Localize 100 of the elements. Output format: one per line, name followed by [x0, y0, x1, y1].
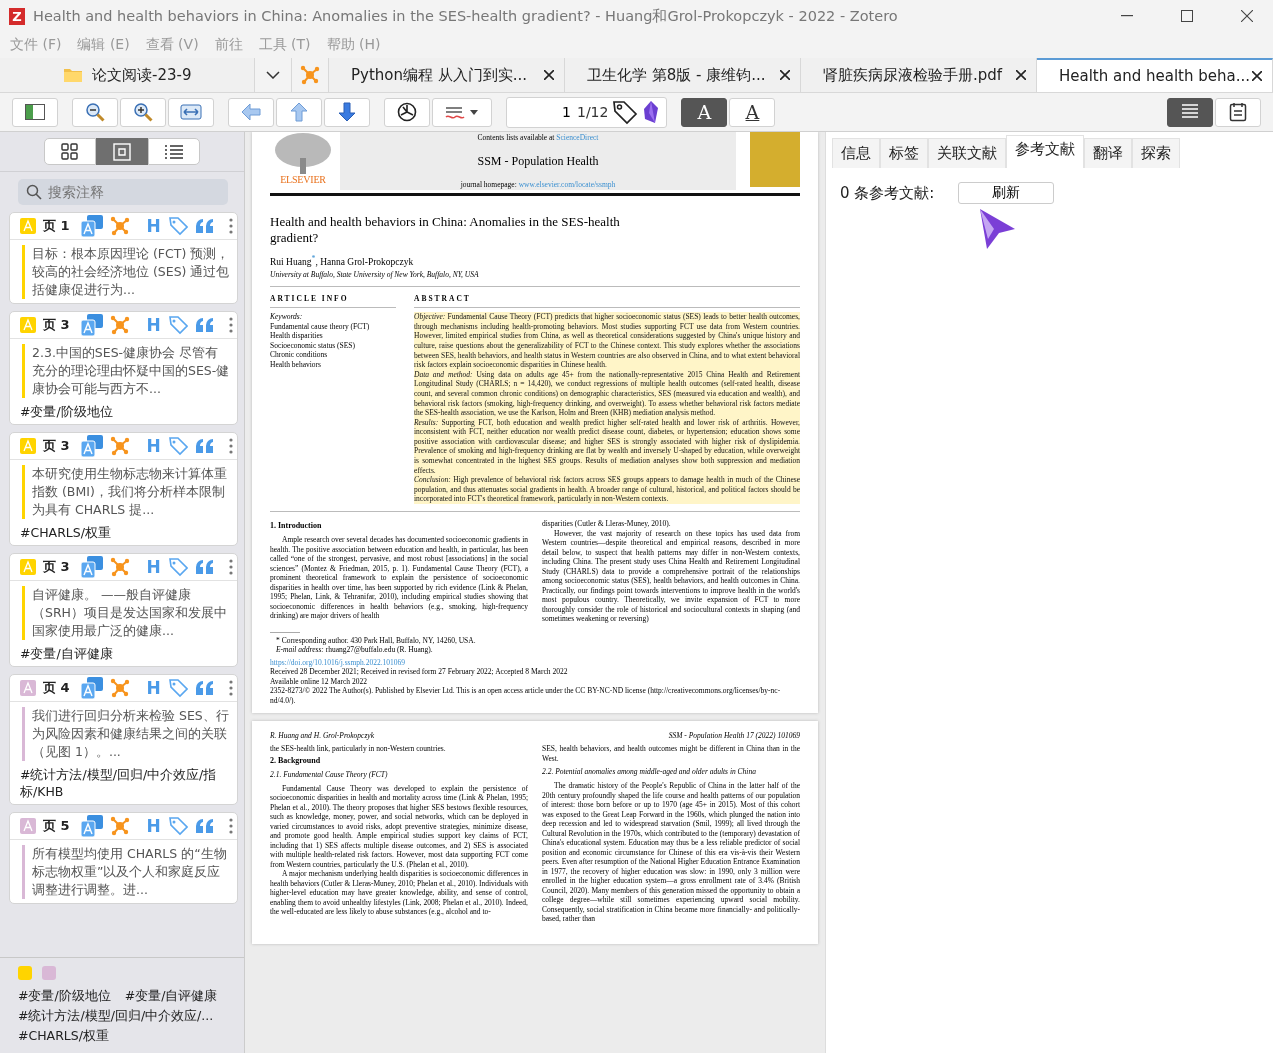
zoom-in-button[interactable]: [120, 97, 166, 127]
notepad-icon: [1229, 102, 1247, 122]
tag-icon[interactable]: [612, 99, 639, 125]
page-label: 页 3: [43, 316, 70, 334]
item-pane-tab[interactable]: 参考文献: [1006, 135, 1084, 168]
annotation-tag: #统计方法/模型/回归/中介效应/指标/KHB: [10, 765, 237, 804]
network-icon[interactable]: [109, 816, 130, 836]
quote-icon[interactable]: [194, 438, 215, 454]
item-pane-tab[interactable]: 信息: [832, 138, 880, 168]
zoom-in-icon: [133, 102, 153, 122]
more-icon[interactable]: [229, 218, 233, 234]
network-icon: [300, 65, 320, 85]
tag-filter[interactable]: #变量/自评健康: [124, 988, 218, 1004]
annotations-view-button[interactable]: [96, 138, 148, 165]
quote-icon[interactable]: [194, 559, 215, 575]
grid-icon: [61, 142, 79, 161]
article-title: Health and health behaviors in China: Anomalies in the SES-health gradient?: [270, 214, 621, 246]
network-icon[interactable]: [109, 315, 130, 335]
item-pane-toggle-button[interactable]: [1167, 97, 1213, 127]
annotation-card[interactable]: 页 3 H 本研究使用生物标志物来计算体重指数 (BMI)，我们将分析样本限制为具有 CHARLS 提... #CHARLS/权重: [9, 432, 238, 546]
page-label: 页 4: [43, 679, 70, 697]
zoom-out-button[interactable]: [72, 97, 118, 127]
network-icon[interactable]: [109, 557, 130, 577]
close-icon[interactable]: [780, 70, 790, 80]
quote-icon[interactable]: [194, 680, 215, 696]
annotation-card[interactable]: 页 3 H 2.3.中国的SES-健康协会 尽管有充分的理论理由怀疑中国的SES-健康协会可能与西方不... #变量/阶级地位: [9, 311, 238, 425]
arrow-up-icon: [290, 102, 308, 122]
close-icon[interactable]: [1241, 10, 1253, 22]
close-icon[interactable]: [1252, 71, 1262, 81]
journal-name: SSM - Population Health: [477, 153, 599, 169]
outline-view-button[interactable]: [148, 138, 200, 165]
annotation-card[interactable]: 页 5 H 所有模型均使用 CHARLS 的“生物标志物权重”以及个人和家庭反应调整进行调整。进...: [9, 812, 238, 904]
annotation-tag: #变量/自评健康: [10, 644, 237, 666]
next-page-button[interactable]: [324, 97, 370, 127]
color-filter[interactable]: [18, 966, 32, 980]
item-pane-tab[interactable]: 探索: [1132, 138, 1180, 168]
cursor-icon: [978, 208, 1016, 250]
translate-icon[interactable]: [80, 556, 103, 578]
network-icon[interactable]: [109, 678, 130, 698]
article-authors: Rui Huang$^{*}$, Hanna Grol-Prokopczyk: [270, 254, 415, 268]
crystal-icon[interactable]: [642, 100, 661, 124]
close-icon[interactable]: [1016, 70, 1026, 80]
zoom-out-icon: [85, 102, 105, 122]
color-filter[interactable]: [42, 966, 56, 980]
fit-width-icon: [180, 104, 202, 120]
close-icon[interactable]: [544, 70, 554, 80]
folder-icon: [64, 68, 82, 82]
network-icon[interactable]: [109, 436, 130, 456]
journal-cover-placeholder: [750, 132, 800, 187]
annotation-card[interactable]: 页 3 H 自评健康。 ——般自评健康（SRH）项目是发达国家和发展中国家使用最广泛的健康... #变量/自评健康: [9, 553, 238, 667]
back-button[interactable]: [228, 97, 274, 127]
item-pane-tab[interactable]: 标签: [880, 138, 928, 168]
tag-filter[interactable]: #统计方法/模型/回归/中介效应/...: [18, 1008, 214, 1024]
more-icon[interactable]: [229, 438, 233, 454]
annotation-card[interactable]: 页 1 H 目标：根本原因理论 (FCT) 预测，较高的社会经济地位 (SES) 通过包括健康促进行为...: [9, 212, 238, 304]
ai-assistant-button[interactable]: [384, 97, 430, 127]
translate-icon[interactable]: [80, 314, 103, 336]
highlight-tool-dropdown[interactable]: [432, 97, 492, 127]
page-number-field[interactable]: 1: [513, 103, 573, 121]
quote-icon[interactable]: [194, 218, 215, 234]
previous-page-button[interactable]: [276, 97, 322, 127]
annotation-card[interactable]: 页 4 H 我们进行回归分析来检验 SES、行为风险因素和健康结果之间的关联（见图 1）。... #统计方法/模型/回归/中介效应/指标/KHB: [9, 674, 238, 805]
arrow-down-icon: [338, 102, 356, 122]
more-icon[interactable]: [229, 680, 233, 696]
sidebar-icon: [25, 104, 45, 120]
notes-pane-toggle-button[interactable]: [1215, 97, 1261, 127]
font-style-button[interactable]: A: [681, 97, 728, 127]
annotation-text: 自评健康。 ——般自评健康（SRH）项目是发达国家和发展中国家使用最广泛的健康...: [22, 586, 231, 640]
minimize-icon[interactable]: [1121, 15, 1133, 17]
translate-icon[interactable]: [80, 215, 103, 237]
fit-width-button[interactable]: [168, 97, 214, 127]
window-title: Health and health behaviors in China: Anomalies in the SES-health gradient? - Huang和Grol-Prokopczyk - 2022 - Zotero: [33, 6, 898, 26]
page-label: 页 3: [43, 558, 70, 576]
more-icon[interactable]: [229, 818, 233, 834]
square-icon: [113, 142, 131, 161]
translate-icon[interactable]: [80, 815, 103, 837]
section-heading: 1. Introduction: [270, 521, 323, 531]
quote-icon[interactable]: [194, 818, 215, 834]
more-icon[interactable]: [229, 317, 233, 333]
more-icon[interactable]: [229, 559, 233, 575]
quote-icon[interactable]: [194, 317, 215, 333]
translate-icon[interactable]: [80, 435, 103, 457]
refresh-button[interactable]: 刷新: [958, 182, 1055, 204]
item-pane-tab[interactable]: 翻译: [1084, 138, 1132, 168]
thumbnails-view-button[interactable]: [44, 138, 96, 165]
tag-filter[interactable]: #变量/阶级地位: [18, 988, 111, 1004]
highlight-lines-icon: [444, 104, 480, 120]
tag-filter[interactable]: #CHARLS/权重: [18, 1028, 109, 1044]
annotation-search-field[interactable]: 搜索注释: [18, 179, 228, 205]
caret-icon: [266, 71, 280, 79]
item-pane-tab[interactable]: 关联文献: [928, 138, 1006, 168]
section-heading: 2. Background: [270, 755, 322, 765]
maximize-icon[interactable]: [1181, 10, 1193, 22]
translate-icon[interactable]: [80, 677, 103, 699]
annotation-tag: #变量/阶级地位: [10, 402, 237, 424]
network-icon[interactable]: [109, 216, 130, 236]
toggle-sidebar-button[interactable]: [12, 97, 58, 127]
publisher-name: ELSEVIER: [280, 174, 326, 185]
font-style-button[interactable]: A: [729, 97, 776, 127]
document-tab[interactable]: Health and health beha...: [1037, 58, 1273, 92]
